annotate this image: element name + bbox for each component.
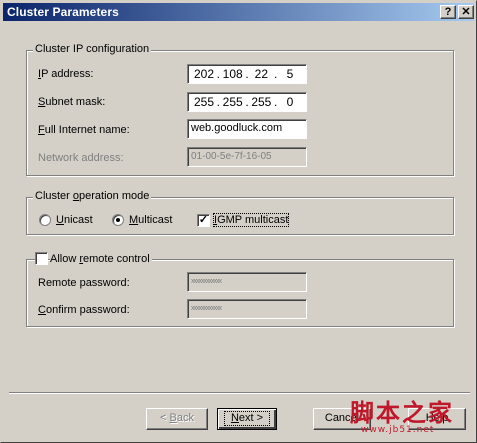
remote-password-input[interactable]: xxxxxxxxxxxx (187, 272, 307, 292)
close-button[interactable]: ✕ (458, 5, 474, 19)
full-internet-name-input[interactable]: web.goodluck.com (187, 119, 307, 139)
allow-remote-control-label[interactable]: Allow remote control (50, 253, 152, 265)
confirm-password-label: Confirm password: (38, 304, 130, 316)
close-icon: ✕ (461, 6, 471, 18)
unicast-label[interactable]: Unicast (56, 214, 93, 226)
multicast-label[interactable]: Multicast (129, 214, 172, 226)
subnet-octet-1[interactable]: 255 (192, 95, 216, 109)
subnet-octet-2[interactable]: 255 (221, 95, 245, 109)
question-icon: ? (444, 6, 452, 18)
subnet-octet-3[interactable]: 255 (249, 95, 273, 109)
igmp-multicast-label[interactable]: IGMP multicast (212, 213, 290, 227)
ip-address-input[interactable]: 202. 108. 22. 5 (187, 64, 307, 84)
back-button[interactable]: < Back (146, 408, 208, 430)
checkmark-icon: ✓ (198, 214, 209, 226)
subnet-mask-input[interactable]: 255. 255. 255. 0 (187, 92, 307, 112)
multicast-radio[interactable] (112, 214, 124, 226)
subnet-mask-label: Subnet mask: (38, 96, 106, 108)
network-address-label: Network address: (38, 152, 124, 164)
window-title: Cluster Parameters (7, 5, 119, 19)
next-button[interactable]: Next > (217, 408, 277, 430)
ip-octet-2[interactable]: 108 (221, 67, 245, 81)
watermark-logo: 脚本之家 (350, 399, 454, 427)
remote-password-label: Remote password: (38, 277, 130, 289)
title-bar[interactable]: Cluster Parameters ? ✕ (3, 3, 474, 21)
cluster-ip-configuration-legend: Cluster IP configuration (33, 43, 152, 55)
full-internet-name-label: Full Internet name: (38, 124, 130, 136)
confirm-password-input[interactable]: xxxxxxxxxxxx (187, 299, 307, 319)
network-address-field: 01-00-5e-7f-16-05 (187, 147, 307, 167)
igmp-multicast-checkbox[interactable]: ✓ (197, 214, 210, 227)
allow-remote-control-checkbox[interactable] (35, 252, 48, 265)
watermark-url: www.jb51.net (361, 425, 435, 435)
ip-octet-4[interactable]: 5 (278, 67, 302, 81)
subnet-octet-4[interactable]: 0 (278, 95, 302, 109)
unicast-radio[interactable] (39, 214, 51, 226)
ip-address-label: IP address: (38, 68, 94, 80)
cluster-parameters-dialog: Cluster Parameters ? ✕ Cluster IP config… (0, 0, 477, 443)
ip-octet-1[interactable]: 202 (192, 67, 216, 81)
cluster-operation-mode-legend: Cluster operation mode (33, 190, 152, 202)
ip-octet-3[interactable]: 22 (249, 67, 273, 81)
help-title-button[interactable]: ? (440, 5, 456, 19)
